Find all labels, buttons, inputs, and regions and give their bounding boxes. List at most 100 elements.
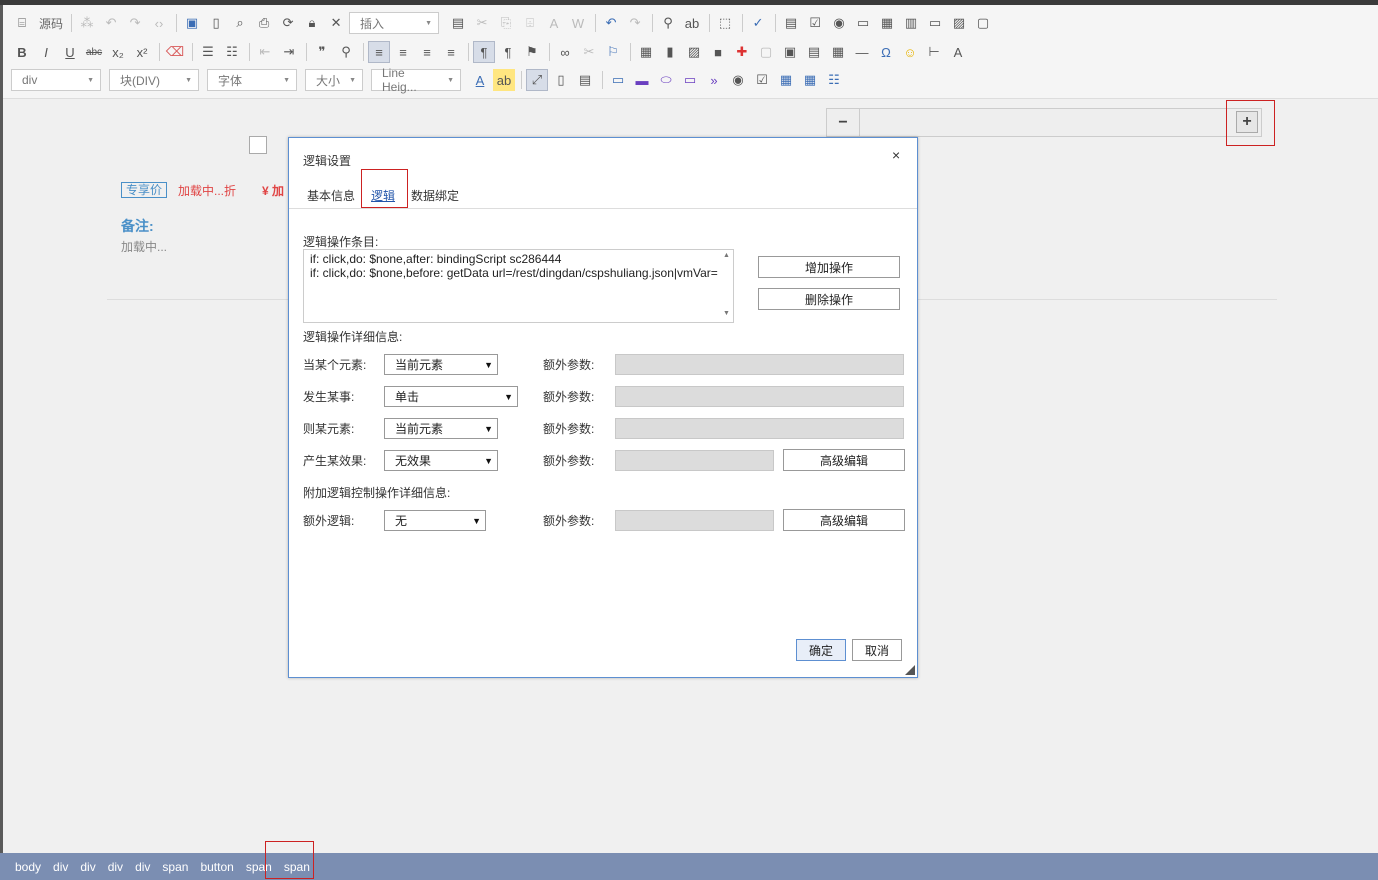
- ok-button[interactable]: 确定: [796, 639, 846, 661]
- refresh-icon[interactable]: ⟳: [277, 12, 299, 34]
- template-icon[interactable]: ▤: [447, 12, 469, 34]
- omega-icon[interactable]: Ω: [875, 41, 897, 63]
- chart-icon[interactable]: ▮: [659, 41, 681, 63]
- print-icon[interactable]: ⎙: [253, 12, 275, 34]
- breadcrumb-div[interactable]: div: [80, 860, 95, 874]
- form-icon[interactable]: ▤: [780, 12, 802, 34]
- radio-icon[interactable]: ◉: [828, 12, 850, 34]
- language-icon[interactable]: ⚑: [521, 41, 543, 63]
- unlink-icon[interactable]: ✂: [578, 41, 600, 63]
- table-icon[interactable]: ▦: [827, 41, 849, 63]
- source-button[interactable]: 源码: [35, 15, 67, 32]
- show-blocks-icon[interactable]: ▯: [550, 69, 572, 91]
- select-field-icon[interactable]: ▥: [900, 12, 922, 34]
- paste-word-icon[interactable]: W: [567, 12, 589, 34]
- text-color-icon[interactable]: A: [469, 69, 491, 91]
- italic-icon[interactable]: I: [35, 41, 57, 63]
- widget-5-icon[interactable]: »: [703, 69, 725, 91]
- breadcrumb-div[interactable]: div: [53, 860, 68, 874]
- widget-1-icon[interactable]: ▭: [607, 69, 629, 91]
- cancel-button[interactable]: 取消: [852, 639, 902, 661]
- select-all-text-icon[interactable]: ⬚: [714, 12, 736, 34]
- new-page-icon[interactable]: ▯: [205, 12, 227, 34]
- video-icon[interactable]: ■: [707, 41, 729, 63]
- save-icon[interactable]: ▣: [181, 12, 203, 34]
- extra-param-input-target[interactable]: [615, 418, 904, 439]
- breadcrumb-body[interactable]: body: [15, 860, 41, 874]
- widget-3-icon[interactable]: ⬭: [655, 69, 677, 91]
- smiley-icon[interactable]: ☺: [899, 41, 921, 63]
- clear-icon[interactable]: ✕: [325, 12, 347, 34]
- widget-2-icon[interactable]: ▬: [631, 69, 653, 91]
- logic-list-item[interactable]: if: click,do: $none,after: bindingScript…: [310, 252, 717, 266]
- element-select[interactable]: 当前元素 ▼: [384, 354, 498, 375]
- grid-menu-icon[interactable]: ▦: [799, 69, 821, 91]
- find-icon[interactable]: ⚲: [657, 12, 679, 34]
- lock-icon[interactable]: 🔒︎: [301, 12, 323, 34]
- align-center-icon[interactable]: ≡: [392, 41, 414, 63]
- show-borders-icon[interactable]: ▤: [574, 69, 596, 91]
- paste-text-icon[interactable]: A: [543, 12, 565, 34]
- cut-icon[interactable]: ✂: [471, 12, 493, 34]
- breadcrumb-div[interactable]: div: [108, 860, 123, 874]
- redo-style-icon[interactable]: ↷: [124, 12, 146, 34]
- extra-logic-select[interactable]: 无 ▼: [384, 510, 486, 531]
- bullet-list-icon[interactable]: ☷: [221, 41, 243, 63]
- eraser-icon[interactable]: ⌫: [164, 41, 186, 63]
- hidden-field-icon[interactable]: ▢: [972, 12, 994, 34]
- image-button-icon[interactable]: ▨: [948, 12, 970, 34]
- pagebreak-icon[interactable]: ⊢: [923, 41, 945, 63]
- copy-icon[interactable]: ⎘: [495, 12, 517, 34]
- size-select[interactable]: 大小 ▼: [305, 69, 363, 91]
- textarea-icon[interactable]: ▦: [876, 12, 898, 34]
- scroll-up-icon[interactable]: ▲: [723, 252, 730, 259]
- list-menu-icon[interactable]: ☷: [823, 69, 845, 91]
- align-left-icon[interactable]: ≡: [368, 41, 390, 63]
- align-justify-icon[interactable]: ≡: [440, 41, 462, 63]
- advanced-edit-button-2[interactable]: 高级编辑: [783, 509, 905, 531]
- breadcrumb-span[interactable]: span: [162, 860, 188, 874]
- blockquote-icon[interactable]: ❞: [311, 41, 333, 63]
- quantity-stepper[interactable]: −: [826, 108, 1262, 137]
- code-icon[interactable]: ‹›: [148, 12, 170, 34]
- select-all-icon[interactable]: ⁂: [76, 12, 98, 34]
- advanced-edit-button[interactable]: 高级编辑: [783, 449, 905, 471]
- background-color-icon[interactable]: ab: [493, 69, 515, 91]
- ltr-icon[interactable]: ¶: [473, 41, 495, 63]
- widget-4-icon[interactable]: ▭: [679, 69, 701, 91]
- font-select[interactable]: 字体 ▼: [207, 69, 297, 91]
- checkbox-icon[interactable]: ☑: [804, 12, 826, 34]
- numbered-list-icon[interactable]: ☰: [197, 41, 219, 63]
- insert-select[interactable]: 插入 ▼: [349, 12, 440, 34]
- tab-data-binding[interactable]: 数据绑定: [407, 180, 463, 208]
- maximize-icon[interactable]: ⤢: [526, 69, 548, 91]
- underline-icon[interactable]: U: [59, 41, 81, 63]
- superscript-icon[interactable]: x²: [131, 41, 153, 63]
- eye-icon[interactable]: ◉: [727, 69, 749, 91]
- quantity-minus-button[interactable]: −: [827, 109, 860, 136]
- indent-icon[interactable]: ⇥: [278, 41, 300, 63]
- extra-param-input-element[interactable]: [615, 354, 904, 375]
- preview-icon[interactable]: ⌕: [229, 12, 251, 34]
- undo-style-icon[interactable]: ↶: [100, 12, 122, 34]
- button-field-icon[interactable]: ▭: [924, 12, 946, 34]
- breadcrumb-button[interactable]: button: [200, 860, 233, 874]
- table-menu-icon[interactable]: ▦: [775, 69, 797, 91]
- delete-operation-button[interactable]: 删除操作: [758, 288, 900, 310]
- redo-icon[interactable]: ↷: [624, 12, 646, 34]
- textfield-icon[interactable]: ▭: [852, 12, 874, 34]
- hr-icon[interactable]: —: [851, 41, 873, 63]
- paste-icon[interactable]: ⌹: [519, 12, 541, 34]
- film-icon[interactable]: ▦: [635, 41, 657, 63]
- spellcheck-icon[interactable]: ✓: [747, 12, 769, 34]
- logic-list[interactable]: if: click,do: $none,after: bindingScript…: [303, 249, 734, 323]
- element-select[interactable]: div ▼: [11, 69, 101, 91]
- close-icon[interactable]: ×: [892, 147, 900, 163]
- event-select[interactable]: 单击 ▼: [384, 386, 518, 407]
- subscript-icon[interactable]: x₂: [107, 41, 129, 63]
- extra-param-input-extra[interactable]: [615, 510, 774, 531]
- line-height-select[interactable]: Line Heig... ▼: [371, 66, 461, 94]
- div-container-icon[interactable]: ⚲: [335, 41, 357, 63]
- tab-basic-info[interactable]: 基本信息: [303, 180, 359, 208]
- gallery-icon[interactable]: ▣: [779, 41, 801, 63]
